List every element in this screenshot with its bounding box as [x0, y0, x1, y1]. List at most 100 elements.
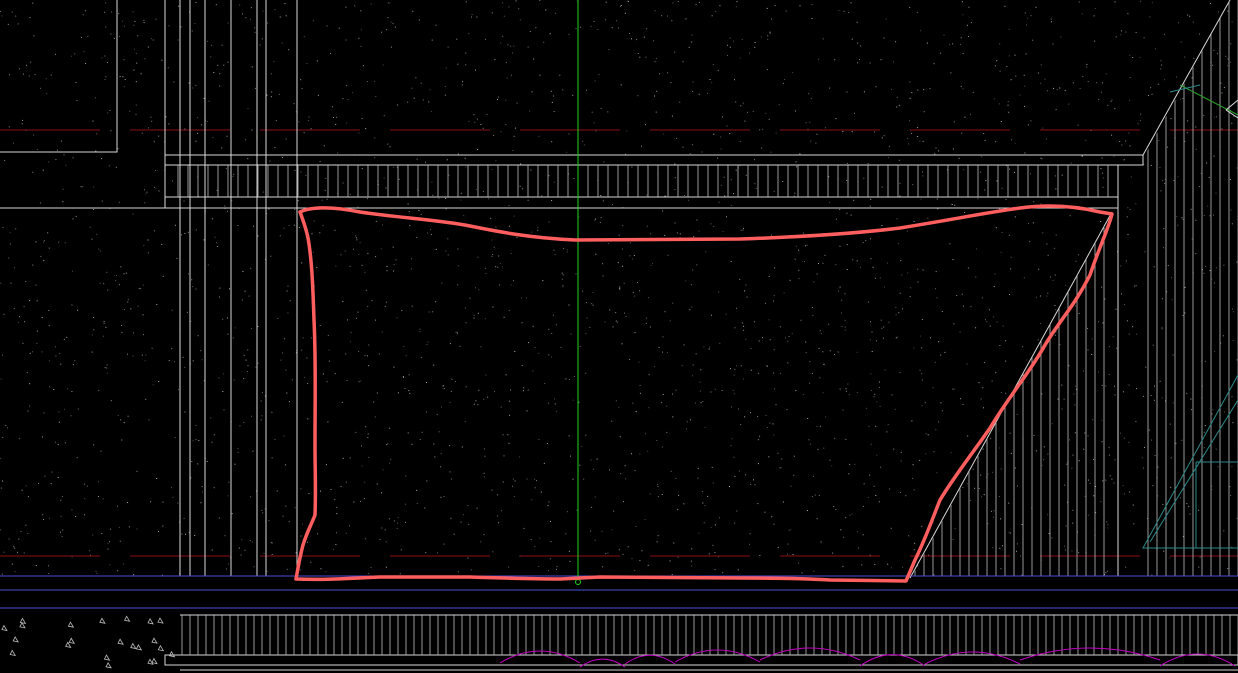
speckle-dot [297, 200, 299, 202]
speckle-dot [1128, 333, 1130, 335]
speckle-dot [822, 262, 824, 264]
speckle-dot [994, 65, 996, 67]
speckle-dot [878, 501, 880, 503]
speckle-dot [532, 325, 534, 327]
speckle-dot [9, 74, 10, 76]
speckle-dot [943, 34, 945, 36]
speckle-dot [87, 35, 89, 37]
speckle-dot [785, 10, 787, 12]
speckle-dot [527, 46, 529, 48]
speckle-dot [213, 434, 215, 436]
speckle-dot [1030, 15, 1032, 17]
speckle-dot [419, 328, 421, 330]
speckle-dot [677, 556, 679, 558]
gravel-symbol-hatch [1, 615, 176, 669]
speckle-dot [991, 380, 993, 382]
speckle-dot [431, 111, 433, 113]
speckle-dot [354, 5, 356, 7]
speckle-dot [1084, 432, 1086, 434]
speckle-dot [254, 27, 256, 29]
speckle-dot [440, 453, 442, 455]
speckle-dot [1073, 393, 1075, 395]
speckle-dot [89, 550, 91, 552]
speckle-dot [667, 15, 668, 17]
speckle-dot [492, 306, 494, 308]
speckle-dot [17, 551, 19, 553]
speckle-dot [1139, 56, 1141, 58]
speckle-dot [279, 16, 281, 18]
speckle-dot [176, 257, 178, 259]
speckle-dot [1125, 260, 1127, 262]
markup-outline-red[interactable] [294, 204, 1114, 583]
speckle-dot [1016, 543, 1018, 545]
cursor-crosshair[interactable] [575, 0, 581, 585]
speckle-dot [416, 489, 418, 491]
speckle-dot [173, 81, 175, 83]
speckle-dot [622, 553, 624, 555]
speckle-dot [497, 99, 498, 100]
speckle-dot [649, 326, 651, 328]
speckle-dot [1232, 340, 1234, 341]
speckle-dot [1010, 268, 1012, 270]
speckle-dot [1210, 2, 1211, 4]
speckle-dot [688, 199, 689, 201]
speckle-dot [71, 270, 73, 272]
speckle-dot [782, 181, 784, 182]
speckle-dot [113, 37, 115, 39]
cad-drawing-canvas[interactable] [0, 0, 1238, 673]
speckle-dot [600, 195, 602, 196]
speckle-dot [1154, 48, 1156, 50]
speckle-dot [1105, 572, 1107, 574]
speckle-dot [345, 353, 347, 355]
speckle-dot [84, 483, 86, 485]
speckle-dot [396, 167, 398, 168]
speckle-dot [1016, 413, 1018, 415]
speckle-dot [134, 48, 135, 50]
speckle-dot [27, 410, 29, 412]
speckle-dot [846, 244, 848, 246]
speckle-dot [656, 58, 657, 59]
speckle-dot [712, 544, 714, 546]
speckle-dot [738, 408, 739, 410]
speckle-dot [631, 38, 632, 40]
speckle-dot [754, 484, 756, 486]
speckle-dot [691, 306, 693, 308]
speckle-dot [549, 520, 551, 522]
speckle-dot [961, 132, 963, 134]
speckle-dot [674, 163, 676, 165]
speckle-dot [921, 525, 923, 527]
speckle-dot [726, 125, 728, 127]
speckle-dot [726, 216, 727, 218]
speckle-dot [446, 159, 448, 161]
speckle-dot [787, 553, 789, 555]
speckle-dot [228, 481, 230, 483]
speckle-dot [962, 403, 964, 405]
speckle-dot [28, 75, 30, 77]
speckle-dot [962, 487, 964, 488]
speckle-dot [1071, 467, 1073, 469]
speckle-dot [605, 19, 607, 21]
speckle-dot [736, 1, 738, 3]
speckle-dot [629, 33, 631, 35]
speckle-dot [1150, 87, 1152, 89]
gravel-symbol [157, 644, 165, 652]
speckle-dot [573, 178, 575, 179]
speckle-dot [195, 424, 197, 426]
speckle-dot [251, 66, 253, 68]
speckle-dot [254, 31, 256, 33]
speckle-dot [161, 59, 163, 61]
speckle-dot [123, 563, 125, 565]
speckle-dot [1052, 279, 1054, 281]
speckle-dot [916, 136, 918, 137]
speckle-dot [605, 1, 607, 3]
speckle-dot [1115, 308, 1117, 310]
speckle-dot [141, 132, 143, 134]
speckle-dot [1064, 484, 1066, 486]
speckle-dot [523, 527, 525, 529]
speckle-dot [145, 193, 147, 195]
speckle-dot [890, 567, 892, 569]
speckle-dot [809, 443, 811, 445]
speckle-dot [344, 250, 346, 252]
speckle-dot [962, 53, 964, 54]
speckle-dot [654, 10, 656, 12]
